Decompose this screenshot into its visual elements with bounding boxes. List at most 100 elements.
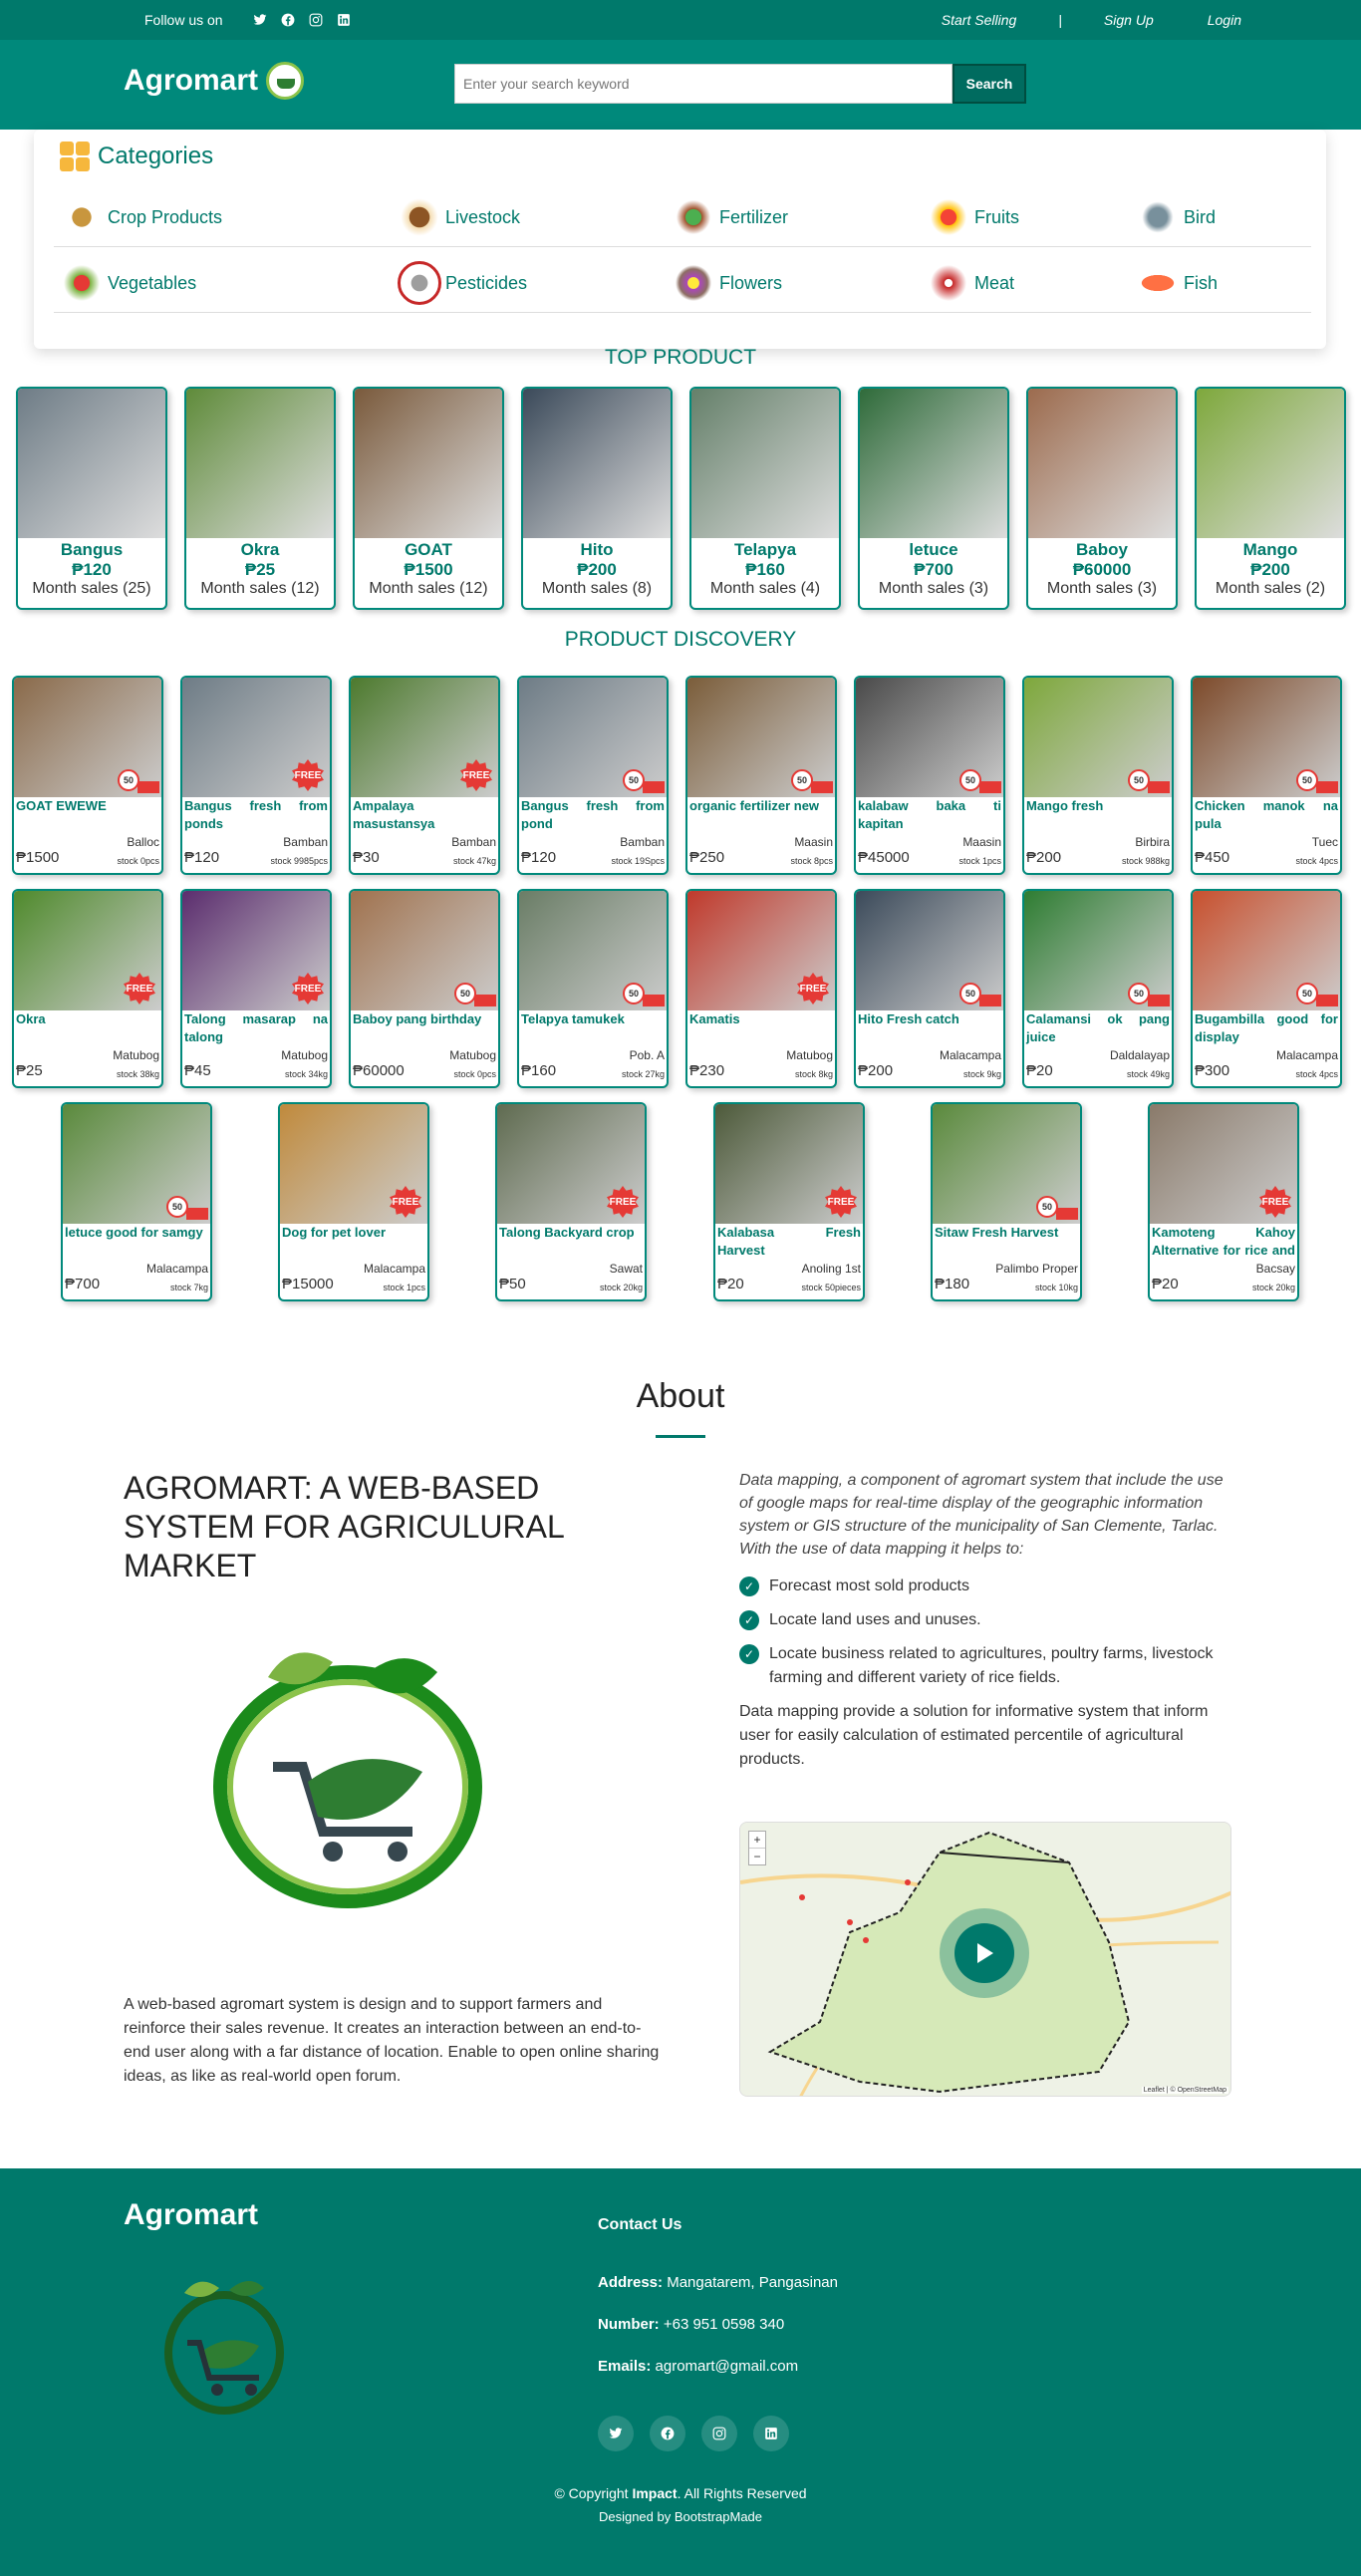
discount-badge: 50	[1036, 1196, 1058, 1218]
product-price: ₱700	[65, 1276, 101, 1292]
product-stock: stock 8pcs	[790, 856, 833, 866]
product-card[interactable]: FREE Okra Matubog ₱25 stock 38kg	[12, 889, 163, 1088]
zoom-in-button[interactable]: +	[749, 1832, 765, 1849]
product-stock: stock 19Spcs	[611, 856, 665, 866]
product-image: FREE	[182, 891, 330, 1010]
product-card[interactable]: 50 GOAT EWEWE Balloc ₱1500 stock 0pcs	[12, 676, 163, 875]
product-card[interactable]: 50 kalabaw baka ti kapitan Maasin ₱45000…	[854, 676, 1005, 875]
sign-up-link[interactable]: Sign Up	[1104, 12, 1154, 28]
category-label: Pesticides	[445, 272, 528, 293]
bullet-text: Locate land uses and unuses.	[769, 1611, 981, 1628]
follow-label: Follow us on	[144, 12, 223, 28]
gis-map[interactable]: + − Leaflet | © OpenStreetMap	[739, 1822, 1231, 2097]
email-value[interactable]: agromart@gmail.com	[656, 2358, 799, 2375]
top-product-card[interactable]: GOAT ₱1500 Month sales (12)	[353, 387, 504, 610]
product-card[interactable]: 50 organic fertilizer new Maasin ₱250 sto…	[685, 676, 837, 875]
product-footer: ₱20 stock 50pieces	[715, 1276, 863, 1292]
product-card[interactable]: 50 Baboy pang birthday Matubog ₱60000 sto…	[349, 889, 500, 1088]
top-product-card[interactable]: Baboy ₱60000 Month sales (3)	[1026, 387, 1178, 610]
fruits-icon	[927, 195, 970, 239]
about-section: About AGROMART: A WEB-BASED SYSTEM FOR A…	[0, 1311, 1361, 2168]
discount-badge: 50	[623, 983, 645, 1004]
brand-name[interactable]: Agromart	[124, 64, 258, 98]
top-product-card[interactable]: Mango ₱200 Month sales (2)	[1195, 387, 1346, 610]
product-price: ₱120	[184, 849, 220, 866]
free-shipping-badge: FREE	[825, 1186, 857, 1218]
facebook-icon[interactable]	[650, 2416, 685, 2451]
product-name: Mango fresh	[1026, 798, 1104, 813]
top-product-card[interactable]: Okra ₱25 Month sales (12)	[184, 387, 336, 610]
product-location: Palimbo Proper	[995, 1262, 1078, 1276]
product-card[interactable]: FREE Kamatis Matubog ₱230 stock 8kg	[685, 889, 837, 1088]
product-stock: stock 9985pcs	[270, 856, 328, 866]
product-card[interactable]: 50 Bangus fresh from pond Bamban ₱120 sto…	[517, 676, 669, 875]
product-card[interactable]: 50 Calamansi ok pang juice Daldalayap ₱2…	[1022, 889, 1174, 1088]
twitter-icon[interactable]	[251, 11, 269, 29]
linkedin-icon[interactable]	[335, 11, 353, 29]
category-bird[interactable]: Bird	[1136, 195, 1216, 239]
brand[interactable]: Agromart	[124, 62, 305, 100]
category-pesticides[interactable]: Pesticides	[398, 261, 527, 305]
product-card[interactable]: FREE Bangus fresh from ponds Bamban ₱120…	[180, 676, 332, 875]
category-vegetables[interactable]: Vegetables	[60, 261, 196, 305]
product-card[interactable]: 50 Hito Fresh catch Malacampa ₱200 stock …	[854, 889, 1005, 1088]
link-separator: |	[1058, 12, 1062, 28]
search-input[interactable]	[454, 64, 953, 104]
product-month-sales: Month sales (8)	[541, 580, 653, 597]
product-card[interactable]: FREE Talong Backyard crop Sawat ₱50 stock…	[495, 1102, 647, 1301]
product-price: ₱700	[914, 560, 953, 579]
product-card[interactable]: FREE Kamoteng Kahoy Alternative for rice…	[1148, 1102, 1299, 1301]
category-fish[interactable]: Fish	[1136, 261, 1218, 305]
category-fruits[interactable]: Fruits	[927, 195, 1019, 239]
product-card[interactable]: 50 Mango fresh Birbira ₱200 stock 988kg	[1022, 676, 1174, 875]
product-card[interactable]: FREE Ampalaya masustansya Bamban ₱30 stoc…	[349, 676, 500, 875]
product-card[interactable]: 50 letuce good for samgy Malacampa ₱700 s…	[61, 1102, 212, 1301]
number-label: Number:	[598, 2316, 660, 2333]
product-price: ₱45000	[858, 849, 910, 866]
top-product-card[interactable]: Hito ₱200 Month sales (8)	[521, 387, 673, 610]
product-name: letuce good for samgy	[65, 1225, 203, 1240]
category-livestock[interactable]: Livestock	[398, 195, 520, 239]
product-card[interactable]: 50 Bugambilla good for display Malacampa…	[1191, 889, 1342, 1088]
start-selling-link[interactable]: Start Selling	[942, 12, 1016, 28]
product-name: Mango	[1242, 540, 1298, 559]
top-product-card[interactable]: Bangus ₱120 Month sales (25)	[16, 387, 167, 610]
top-product-card[interactable]: Telapya ₱160 Month sales (4)	[689, 387, 841, 610]
login-link[interactable]: Login	[1208, 12, 1241, 28]
category-fertilizer[interactable]: Fertilizer	[672, 195, 788, 239]
product-image	[860, 389, 1007, 538]
product-name: letuce	[909, 540, 958, 559]
category-label: Fruits	[974, 206, 1019, 227]
product-card[interactable]: FREE Kalabasa Fresh Harvest Anoling 1st …	[713, 1102, 865, 1301]
product-month-sales: Month sales (3)	[1046, 580, 1158, 597]
product-card[interactable]: 50 Chicken manok na pula Tuec ₱450 stock …	[1191, 676, 1342, 875]
category-flowers[interactable]: Flowers	[672, 261, 782, 305]
twitter-icon[interactable]	[598, 2416, 634, 2451]
designed-by[interactable]: Designed by BootstrapMade	[0, 2509, 1361, 2524]
product-month-sales: Month sales (4)	[709, 580, 821, 597]
product-card[interactable]: FREE Dog for pet lover Malacampa ₱15000 s…	[278, 1102, 429, 1301]
discount-badge: 50	[623, 769, 645, 791]
product-month-sales: Month sales (12)	[200, 580, 320, 597]
product-footer: ₱160 stock 27kg	[519, 1062, 667, 1079]
product-card[interactable]: 50 Telapya tamukek Pob. A ₱160 stock 27kg	[517, 889, 669, 1088]
product-price: ₱200	[858, 1062, 894, 1079]
linkedin-icon[interactable]	[753, 2416, 789, 2451]
wheat-icon	[60, 195, 104, 239]
search-button[interactable]: Search	[953, 64, 1026, 104]
instagram-icon[interactable]	[307, 11, 325, 29]
facebook-icon[interactable]	[279, 11, 297, 29]
product-name: Kamatis	[689, 1011, 740, 1026]
discount-badge: 50	[959, 983, 981, 1004]
video-play-button[interactable]	[940, 1908, 1029, 1998]
free-shipping-badge: FREE	[460, 759, 492, 791]
product-card[interactable]: FREE Talong masarap na talong Matubog ₱4…	[180, 889, 332, 1088]
category-meat[interactable]: Meat	[927, 261, 1014, 305]
category-crop-products[interactable]: Crop Products	[60, 195, 222, 239]
instagram-icon[interactable]	[701, 2416, 737, 2451]
product-card[interactable]: 50 Sitaw Fresh Harvest Palimbo Proper ₱1…	[931, 1102, 1082, 1301]
zoom-out-button[interactable]: −	[749, 1849, 765, 1864]
top-bar: Follow us on Start Selling | Sign Up Log…	[0, 0, 1361, 40]
top-product-card[interactable]: letuce ₱700 Month sales (3)	[858, 387, 1009, 610]
search-bar: Search	[454, 64, 1026, 104]
